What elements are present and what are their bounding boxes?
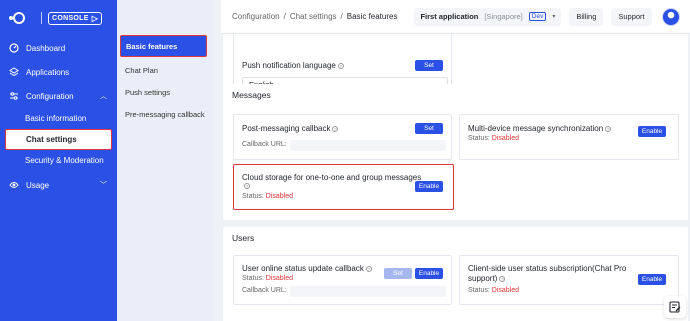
status-label: Status: (242, 193, 264, 200)
multi-device-title: Multi-device message synchronization? (468, 124, 612, 133)
post-messaging-callback-card: Post-messaging callback? Set Callback UR… (233, 114, 452, 160)
breadcrumb-separator: / (340, 12, 343, 21)
app-name: First application (420, 12, 479, 21)
users-title: Users (232, 233, 255, 243)
subnav-chat-plan[interactable]: Chat Plan (117, 59, 213, 81)
avatar[interactable] (661, 7, 680, 26)
online-callback-title: User online status update callback? (242, 264, 372, 273)
logo-icon (9, 11, 35, 25)
help-icon[interactable]: ? (605, 125, 612, 132)
push-language-title-text: Push notification language (242, 61, 336, 70)
terminal-icon: ▷ (91, 13, 99, 23)
status-label: Status: (468, 287, 490, 294)
multi-device-enable-button[interactable]: Enable (638, 126, 666, 137)
logo[interactable]: CONSOLE ▷ (0, 0, 117, 36)
status-label: Status: (242, 275, 264, 282)
status-value: Disabled (491, 135, 519, 142)
client-sub-status: Status: Disabled (468, 287, 519, 294)
env-tag: Dev (528, 12, 547, 21)
sliders-icon (9, 91, 19, 101)
support-button[interactable]: Support (611, 7, 652, 26)
subnav-pre-messaging-callback[interactable]: Pre-messaging callback (117, 103, 213, 125)
nav-subitem-security-moderation[interactable]: Security & Moderation (0, 150, 117, 171)
billing-button[interactable]: Billing (569, 7, 604, 26)
online-callback-enable-button[interactable]: Enable (415, 268, 443, 279)
client-sub-title: Client-side user status subscription(Cha… (468, 264, 626, 284)
help-icon[interactable]: ? (365, 265, 372, 272)
console-badge-label: CONSOLE (52, 14, 89, 22)
feedback-icon[interactable] (664, 296, 686, 318)
nav-item-configuration[interactable]: Configuration ︿ (0, 84, 117, 108)
breadcrumb-separator: / (283, 12, 286, 21)
push-language-title: Push notification language? (242, 61, 344, 70)
nav-item-dashboard[interactable]: Dashboard (0, 36, 117, 60)
post-callback-title: Post-messaging callback? (242, 124, 339, 133)
help-icon[interactable]: ? (244, 183, 250, 189)
cloud-storage-enable-button[interactable]: Enable (415, 181, 443, 192)
callback-url-label: Callback URL: (242, 141, 287, 148)
multi-device-title-text: Multi-device message synchronization (468, 124, 604, 133)
settings-subnav: Basic features Chat Plan Push settings P… (117, 0, 213, 321)
client-sub-title-line2: support) (468, 274, 498, 283)
multi-device-sync-card: Multi-device message synchronization? St… (459, 114, 679, 160)
main-sidebar: CONSOLE ▷ Dashboard Applications Configu… (0, 0, 117, 321)
online-status-callback-card: User online status update callback? Stat… (233, 255, 452, 305)
callback-url-input[interactable] (290, 140, 446, 151)
chevron-down-icon: ▾ (552, 14, 556, 20)
eye-icon (9, 180, 19, 190)
chevron-up-icon: ︿ (100, 93, 107, 100)
push-language-set-button[interactable]: Set (415, 60, 443, 71)
subnav-push-settings[interactable]: Push settings (117, 81, 213, 103)
status-value: Disabled (265, 193, 293, 200)
messages-title: Messages (232, 90, 271, 100)
layers-icon (9, 67, 19, 77)
online-callback-status: Status: Disabled (242, 275, 293, 282)
breadcrumb: Configuration / Chat settings / Basic fe… (221, 12, 397, 21)
breadcrumb-chat-settings[interactable]: Chat settings (290, 12, 337, 21)
client-sub-enable-button[interactable]: Enable (638, 274, 666, 285)
nav-label: Usage (26, 180, 50, 190)
callback-url-input[interactable] (290, 286, 446, 297)
post-callback-set-button[interactable]: Set (415, 123, 443, 134)
client-status-subscription-card: Client-side user status subscription(Cha… (459, 255, 679, 305)
chevron-down-icon: ﹀ (100, 182, 107, 189)
help-icon[interactable]: ? (332, 125, 339, 132)
subnav-basic-features[interactable]: Basic features (120, 35, 207, 57)
breadcrumb-configuration[interactable]: Configuration (232, 12, 280, 21)
post-callback-title-text: Post-messaging callback (242, 124, 331, 133)
nav-item-usage[interactable]: Usage ﹀ (0, 173, 117, 197)
logo-divider (41, 12, 42, 24)
status-value: Disabled (491, 287, 519, 294)
main-content: Push notification language? Set English … (221, 34, 690, 321)
cloud-storage-title: Cloud storage for one-to-one and group m… (242, 173, 422, 182)
nav-item-applications[interactable]: Applications (0, 60, 117, 84)
top-header: Configuration / Chat settings / Basic fe… (221, 0, 690, 34)
help-icon[interactable]: ? (337, 62, 344, 69)
online-callback-title-text: User online status update callback (242, 264, 364, 273)
messages-section: Messages Post-messaging callback? Set Ca… (223, 84, 688, 220)
nav-subitem-basic-information[interactable]: Basic information (0, 108, 117, 129)
status-label: Status: (468, 135, 490, 142)
nav-subitem-chat-settings[interactable]: Chat settings (5, 129, 112, 150)
multi-device-status: Status: Disabled (468, 135, 519, 142)
breadcrumb-current: Basic features (346, 12, 398, 21)
cloud-storage-status: Status: Disabled (242, 193, 293, 200)
status-value: Disabled (265, 275, 293, 282)
online-callback-set-button[interactable]: Set (384, 268, 412, 279)
dashboard-icon (9, 43, 19, 53)
help-icon[interactable]: ? (499, 275, 506, 282)
cloud-storage-card: Cloud storage for one-to-one and group m… (233, 164, 454, 210)
nav-label: Configuration (26, 91, 74, 101)
console-badge: CONSOLE ▷ (48, 11, 103, 25)
nav-label: Applications (26, 67, 70, 77)
users-section: Users User online status update callback… (223, 227, 688, 321)
app-selector[interactable]: First application [Singapore] Dev ▾ (414, 7, 562, 26)
app-region: [Singapore] (484, 12, 523, 21)
nav-label: Dashboard (26, 43, 66, 53)
callback-url-label: Callback URL: (242, 287, 287, 294)
client-sub-title-line1: Client-side user status subscription(Cha… (468, 264, 627, 273)
